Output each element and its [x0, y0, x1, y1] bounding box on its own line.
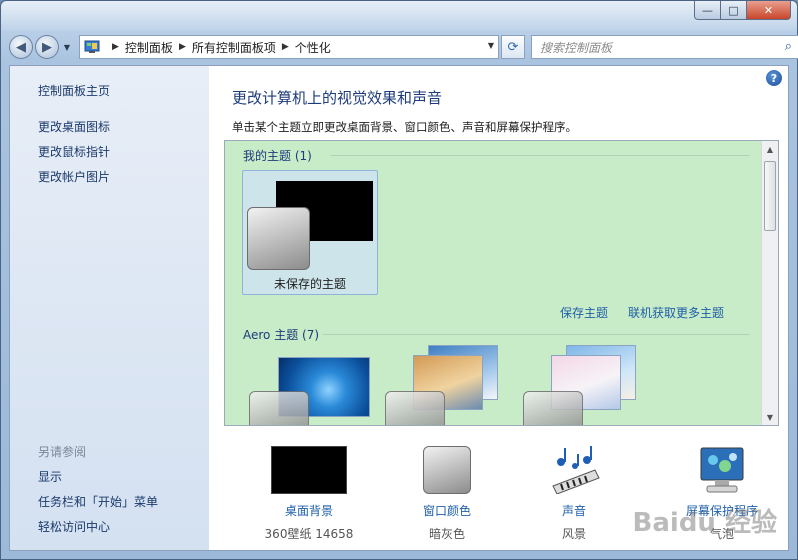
back-arrow-icon: ◀ — [16, 39, 26, 55]
see-also-display[interactable]: 显示 — [38, 468, 62, 485]
sounds-icon — [552, 446, 600, 494]
window-color-label[interactable]: 窗口颜色 — [392, 502, 502, 519]
theme-window-color-preview — [247, 207, 310, 270]
sidebar: 控制面板主页 更改桌面图标 更改鼠标指针 更改帐户图片 另请参阅 显示 任务栏和… — [10, 66, 209, 550]
group-divider — [323, 334, 750, 335]
window-color-value: 暗灰色 — [428, 527, 465, 541]
close-button[interactable]: ✕ — [747, 1, 791, 20]
address-history-dropdown[interactable]: ▼ — [488, 41, 494, 50]
theme-list-scrollbar[interactable]: ▲ ▼ — [761, 141, 778, 425]
page-title: 更改计算机上的视觉效果和声音 — [232, 89, 443, 107]
breadcrumb-separator-icon: ▶ — [281, 42, 289, 52]
aero-themes-group-title: Aero 主题 (7) — [243, 328, 320, 342]
get-more-themes-link[interactable]: 联机获取更多主题 — [628, 304, 724, 321]
breadcrumb-control-panel[interactable]: 控制面板 — [125, 39, 173, 56]
see-also-title: 另请参阅 — [38, 445, 87, 459]
sounds-label[interactable]: 声音 — [519, 502, 629, 519]
theme-unsaved[interactable]: 未保存的主题 — [242, 170, 378, 295]
scroll-up-icon[interactable]: ▲ — [762, 141, 778, 157]
navigation-bar: ◀ ▶ ▼ ▶ 控制面板 ▶ 所有控制面板项 ▶ 个性化 ▼ ⟳ 搜索控制面板 … — [9, 33, 798, 61]
breadcrumb-personalization[interactable]: 个性化 — [295, 39, 331, 56]
theme-window-color-preview — [385, 391, 445, 425]
maximize-button[interactable]: □ — [721, 1, 747, 20]
back-button[interactable]: ◀ — [9, 35, 33, 59]
forward-arrow-icon: ▶ — [42, 39, 52, 55]
main-panel: ? 更改计算机上的视觉效果和声音 单击某个主题立即更改桌面背景、窗口颜色、声音和… — [209, 66, 788, 550]
theme-characters[interactable] — [521, 345, 646, 425]
desktop-background-label[interactable]: 桌面背景 — [254, 502, 364, 519]
theme-windows7[interactable] — [245, 357, 370, 425]
search-input[interactable]: 搜索控制面板 ⌕ — [531, 35, 798, 59]
theme-name-label: 未保存的主题 — [273, 277, 346, 291]
sidebar-control-panel-home[interactable]: 控制面板主页 — [38, 82, 110, 99]
control-panel-icon — [84, 40, 100, 53]
sounds-value: 风景 — [561, 527, 586, 541]
screen-saver-icon — [700, 447, 744, 493]
desktop-background-setting[interactable]: 桌面背景 360壁纸 14658 — [254, 446, 364, 542]
sidebar-change-mouse-pointers[interactable]: 更改鼠标指针 — [38, 143, 110, 160]
search-placeholder: 搜索控制面板 — [540, 40, 613, 55]
page-description: 单击某个主题立即更改桌面背景、窗口颜色、声音和屏幕保护程序。 — [232, 120, 577, 134]
window-color-icon — [423, 446, 471, 494]
personalization-window: — □ ✕ ◀ ▶ ▼ ▶ 控制面板 ▶ 所有控制面板项 ▶ 个性化 ▼ ⟳ 搜… — [0, 0, 798, 560]
search-icon[interactable]: ⌕ — [785, 39, 792, 54]
minimize-button[interactable]: — — [694, 1, 721, 20]
refresh-icon: ⟳ — [507, 39, 519, 55]
title-bar[interactable] — [1, 1, 797, 31]
theme-list-pane: 我的主题 (1) 未保存的主题 保存主题 联机获取更多主题 Aero 主题 (7… — [224, 140, 779, 426]
theme-architecture[interactable] — [383, 345, 508, 425]
breadcrumb-separator-icon: ▶ — [178, 42, 186, 52]
window-color-setting[interactable]: 窗口颜色 暗灰色 — [392, 446, 502, 542]
save-theme-link[interactable]: 保存主题 — [560, 304, 608, 321]
see-also-taskbar[interactable]: 任务栏和「开始」菜单 — [38, 493, 158, 510]
caption-buttons: — □ ✕ — [694, 1, 791, 20]
theme-window-color-preview — [523, 391, 583, 425]
my-themes-group-title: 我的主题 (1) — [243, 149, 312, 163]
scroll-down-icon[interactable]: ▼ — [762, 409, 778, 425]
desktop-background-value: 360壁纸 14658 — [264, 527, 354, 541]
address-bar[interactable]: ▶ 控制面板 ▶ 所有控制面板项 ▶ 个性化 ▼ — [79, 35, 499, 59]
watermark-logo: Baidu 经验 — [632, 508, 777, 538]
forward-button[interactable]: ▶ — [35, 35, 59, 59]
help-icon[interactable]: ? — [766, 70, 782, 86]
breadcrumb-separator-icon: ▶ — [112, 42, 119, 52]
refresh-button[interactable]: ⟳ — [501, 35, 525, 59]
recent-pages-dropdown[interactable]: ▼ — [61, 43, 73, 52]
content-area: 控制面板主页 更改桌面图标 更改鼠标指针 更改帐户图片 另请参阅 显示 任务栏和… — [9, 65, 789, 551]
group-divider — [330, 155, 750, 156]
sidebar-change-desktop-icons[interactable]: 更改桌面图标 — [38, 118, 110, 135]
breadcrumb-all-items[interactable]: 所有控制面板项 — [192, 39, 276, 56]
desktop-background-icon — [271, 446, 347, 494]
theme-window-color-preview — [249, 391, 309, 425]
sidebar-change-account-picture[interactable]: 更改帐户图片 — [38, 168, 110, 185]
see-also-ease-of-access[interactable]: 轻松访问中心 — [38, 518, 110, 535]
scrollbar-thumb[interactable] — [764, 161, 776, 231]
sounds-setting[interactable]: 声音 风景 — [519, 446, 629, 542]
